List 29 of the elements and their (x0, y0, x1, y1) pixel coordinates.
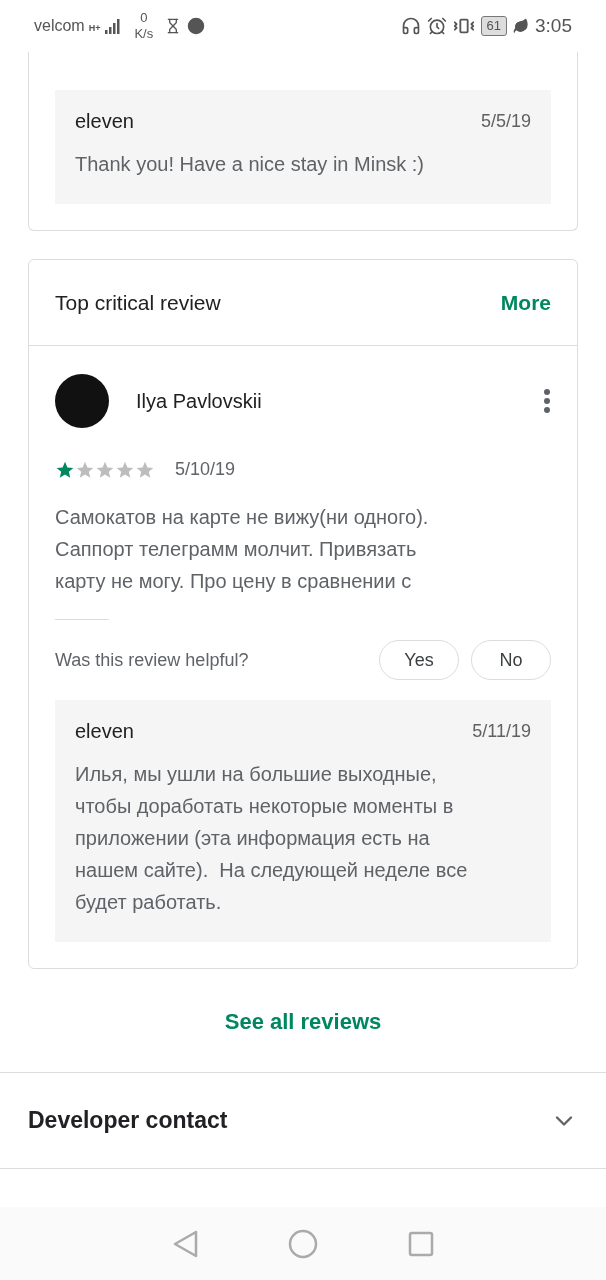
reply-text: Thank you! Have a nice stay in Minsk :) (75, 152, 426, 177)
headphones-icon (400, 16, 421, 36)
clock: 3:05 (535, 13, 572, 38)
reply-author: eleven (75, 719, 134, 744)
developer-contact-row[interactable]: Developer contact (0, 1072, 606, 1169)
network-type: H+ (88, 22, 101, 35)
recents-icon[interactable] (408, 1230, 434, 1257)
reply-date: 5/5/19 (480, 109, 531, 133)
alarm-icon (426, 16, 447, 36)
reply-date: 5/11/19 (472, 719, 531, 743)
review-text: Самокатов на карте не вижу(ни одного). Саппорт телеграмм молчит. Привязать карту не могу. Про цену в сравнении с (55, 505, 430, 594)
helpful-question: Was this review helpful? (55, 648, 249, 672)
reviewer-name: Ilya Pavlovskii (136, 389, 263, 414)
speed-value: 0 (140, 10, 148, 26)
section-title: Top critical review (55, 289, 221, 316)
reply-text: Илья, мы ушли на большие выходные, чтобы доработать некоторые моменты в приложении (эта информация есть на нашем сайте). На следующей неделе все будет работать. (75, 762, 469, 915)
back-icon[interactable] (172, 1229, 198, 1258)
signal-icon (104, 17, 123, 35)
battery-level: 61 (480, 16, 507, 36)
speed-unit: K/s (134, 26, 154, 42)
review-date: 5/10/19 (175, 458, 236, 481)
carrier-name: velcom (34, 16, 85, 36)
more-options-icon[interactable] (543, 388, 551, 414)
leaf-icon (513, 18, 529, 34)
avatar (55, 374, 109, 428)
home-icon[interactable] (288, 1228, 318, 1259)
reply-author: eleven (75, 109, 134, 134)
see-all-reviews-link[interactable]: See all reviews (224, 1005, 382, 1038)
more-link[interactable]: More (500, 286, 551, 319)
